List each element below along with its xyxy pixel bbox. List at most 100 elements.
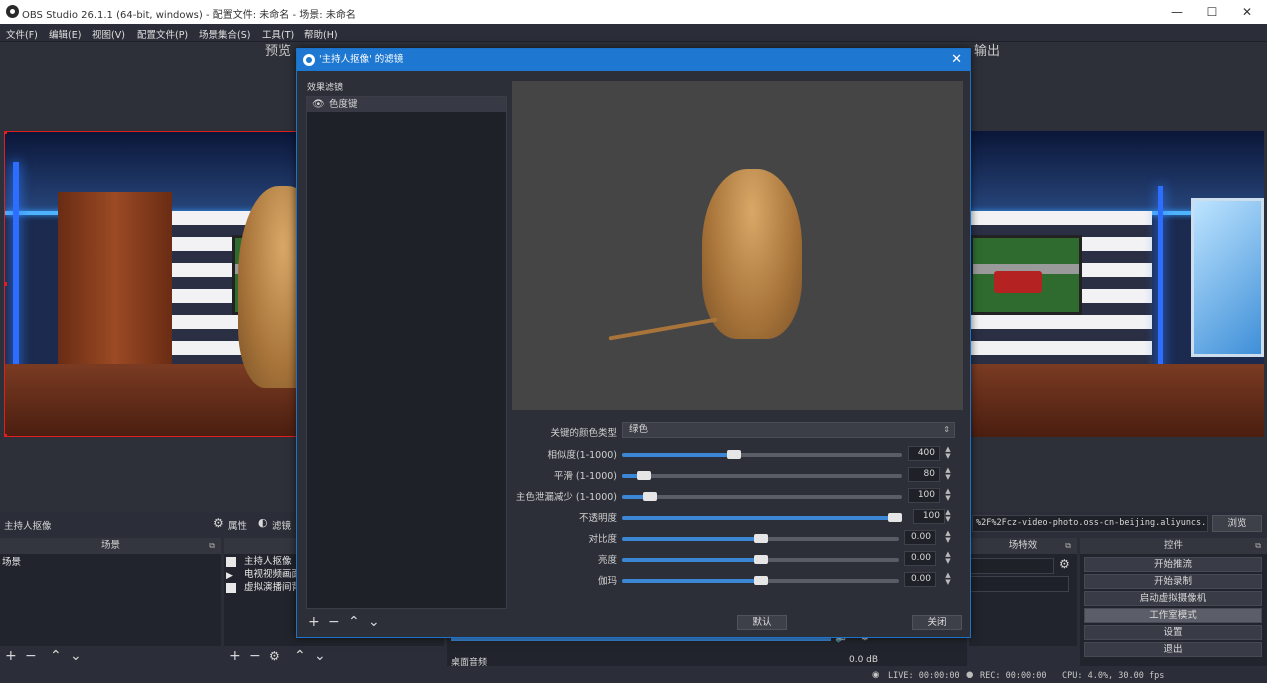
resize-handle[interactable]	[4, 434, 7, 437]
maximize-button[interactable]: ☐	[1195, 2, 1229, 22]
resize-handle[interactable]	[4, 131, 7, 134]
move-down-icon[interactable]: ⌄	[314, 647, 326, 665]
start-recording-button[interactable]: 开始录制	[1084, 574, 1262, 589]
gear-icon: ⚙	[213, 516, 224, 530]
property-value-spinbox[interactable]: 0.00	[904, 572, 936, 587]
property-slider[interactable]	[622, 450, 902, 459]
settings-button[interactable]: 设置	[1084, 625, 1262, 640]
screen-panel	[1190, 198, 1264, 358]
property-value-spinbox[interactable]: 400	[908, 446, 940, 461]
program-label: 输出	[974, 44, 1001, 59]
menu-view[interactable]: 视图(V)	[92, 27, 125, 41]
eye-icon[interactable]: 👁	[312, 97, 325, 112]
move-up-icon[interactable]: ⌃	[50, 647, 62, 665]
property-value-spinbox[interactable]: 80	[908, 467, 940, 482]
menu-scene-collection[interactable]: 场景集合(S)	[199, 27, 250, 41]
spin-arrows-icon[interactable]: ▲ ▼	[943, 509, 953, 524]
menu-profile[interactable]: 配置文件(P)	[137, 27, 188, 41]
property-slider[interactable]	[622, 492, 902, 501]
property-slider[interactable]	[622, 471, 902, 480]
add-icon[interactable]: +	[5, 647, 17, 665]
source-item-presenter[interactable]: 主持人抠像	[226, 555, 292, 568]
close-icon[interactable]: ✕	[951, 49, 962, 71]
slider-thumb[interactable]	[643, 492, 657, 501]
live-time: LIVE: 00:00:00	[888, 671, 960, 681]
resize-handle[interactable]	[4, 282, 7, 286]
preview-canvas[interactable]	[4, 131, 304, 437]
transition-duration[interactable]	[969, 576, 1069, 592]
slider-fill	[622, 579, 761, 583]
move-down-icon[interactable]: ⌄	[70, 647, 82, 665]
move-down-icon[interactable]: ⌄	[368, 613, 380, 631]
spin-arrows-icon[interactable]: ▲ ▼	[943, 446, 953, 461]
scene-item[interactable]: 场景	[2, 556, 21, 569]
property-value-spinbox[interactable]: 0.00	[904, 530, 936, 545]
menu-file[interactable]: 文件(F)	[6, 27, 38, 41]
spin-arrows-icon[interactable]: ▲ ▼	[943, 467, 953, 482]
exit-button[interactable]: 退出	[1084, 642, 1262, 657]
defaults-button[interactable]: 默认	[737, 615, 787, 630]
remove-icon[interactable]: −	[328, 613, 340, 631]
slider-fill	[622, 453, 734, 457]
property-value-spinbox[interactable]: 100	[913, 509, 945, 524]
preview-label: 预览	[265, 44, 292, 59]
menu-help[interactable]: 帮助(H)	[304, 27, 338, 41]
status-bar: ◉ LIVE: 00:00:00 ● REC: 00:00:00 CPU: 4.…	[0, 668, 1267, 683]
obs-studio-window: OBS Studio 26.1.1 (64-bit, windows) - 配置…	[0, 0, 1267, 683]
property-value-spinbox[interactable]: 0.00	[904, 551, 936, 566]
start-streaming-button[interactable]: 开始推流	[1084, 557, 1262, 572]
property-label: 主色泄漏减少 (1-1000)	[515, 492, 617, 503]
filter-preview	[512, 81, 963, 410]
move-up-icon[interactable]: ⌃	[294, 647, 306, 665]
selected-source-name: 主持人抠像	[4, 521, 52, 532]
property-label: 不透明度	[578, 513, 617, 524]
slider-fill	[622, 558, 761, 562]
add-icon[interactable]: +	[308, 613, 320, 631]
menu-bar: 文件(F) 编辑(E) 视图(V) 配置文件(P) 场景集合(S) 工具(T) …	[0, 24, 1267, 42]
properties-button[interactable]: 属性	[228, 518, 247, 532]
property-slider[interactable]	[622, 513, 902, 522]
spin-arrows-icon[interactable]: ▲ ▼	[943, 530, 953, 545]
mixer-channel-name: 桌面音频	[451, 658, 488, 668]
slider-thumb[interactable]	[753, 555, 768, 564]
slider-thumb[interactable]	[753, 534, 768, 543]
property-label: 对比度	[588, 534, 617, 545]
move-up-icon[interactable]: ⌃	[348, 613, 360, 631]
property-slider[interactable]	[622, 534, 899, 543]
studio-mode-button[interactable]: 工作室模式	[1084, 608, 1262, 623]
remove-icon[interactable]: −	[25, 647, 37, 665]
menu-edit[interactable]: 编辑(E)	[49, 27, 81, 41]
gear-icon[interactable]: ⚙	[1059, 557, 1070, 571]
spin-arrows-icon[interactable]: ▲ ▼	[943, 572, 953, 587]
file-path-field[interactable]: %2F%2Fcz-video-photo.oss-cn-beijing.aliy…	[972, 515, 1208, 532]
gear-icon[interactable]: ⚙	[269, 647, 280, 665]
transition-select[interactable]	[969, 558, 1054, 574]
add-icon[interactable]: +	[229, 647, 241, 665]
browse-button[interactable]: 浏览	[1212, 515, 1262, 532]
slider-thumb[interactable]	[727, 450, 741, 459]
window-title: OBS Studio 26.1.1 (64-bit, windows) - 配置…	[22, 10, 356, 21]
key-color-select[interactable]: 绿色 ⇕	[622, 422, 955, 438]
start-virtual-camera-button[interactable]: 启动虚拟摄像机	[1084, 591, 1262, 606]
source-item-tv-video[interactable]: ▶ 电视视频画面	[226, 568, 301, 581]
property-value-spinbox[interactable]: 100	[908, 488, 940, 503]
filter-item[interactable]: 👁 色度键	[307, 97, 506, 112]
close-window-button[interactable]: ✕	[1230, 2, 1264, 22]
close-dialog-button[interactable]: 关闭	[912, 615, 962, 630]
slider-thumb[interactable]	[753, 576, 768, 585]
lion-keyed-image	[702, 169, 802, 339]
menu-tools[interactable]: 工具(T)	[262, 27, 294, 41]
spin-arrows-icon[interactable]: ▲ ▼	[943, 488, 953, 503]
selection-border	[4, 131, 304, 437]
property-slider[interactable]	[622, 576, 899, 585]
spin-arrows-icon[interactable]: ▲ ▼	[943, 551, 953, 566]
slider-thumb[interactable]	[637, 471, 652, 480]
remove-icon[interactable]: −	[249, 647, 261, 665]
image-icon	[226, 556, 236, 567]
slider-thumb[interactable]	[888, 513, 902, 522]
minimize-button[interactable]: —	[1160, 2, 1194, 22]
undock-icon: ⧉	[1065, 541, 1071, 550]
obs-logo-icon	[6, 5, 19, 18]
property-slider[interactable]	[622, 555, 899, 564]
filters-button[interactable]: 滤镜	[272, 518, 291, 532]
